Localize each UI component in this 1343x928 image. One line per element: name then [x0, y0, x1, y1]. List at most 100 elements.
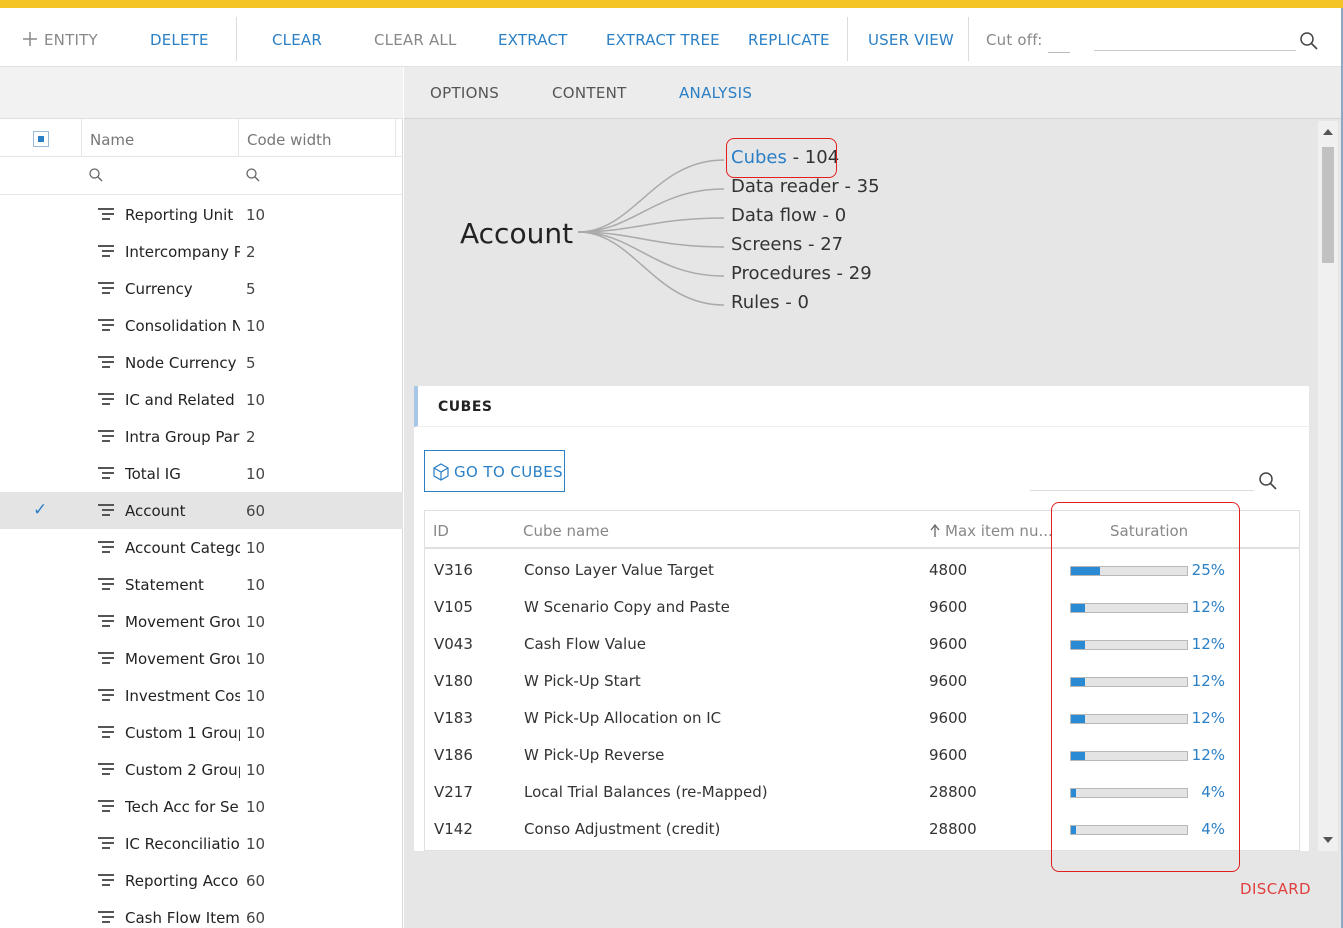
toolbar-divider	[968, 17, 969, 61]
cutoff-input[interactable]	[1048, 52, 1070, 53]
hierarchy-list-icon	[98, 504, 114, 518]
hierarchy-list-icon	[98, 319, 114, 333]
add-entity-button[interactable]: ENTITY	[22, 31, 98, 49]
hierarchy-list-icon	[98, 578, 114, 592]
checkmark-icon[interactable]: ✓	[33, 501, 51, 519]
cube-name: Cash Flow Value	[524, 635, 646, 653]
branch-count: - 0	[779, 292, 809, 313]
row-code-width: 10	[246, 798, 266, 816]
hierarchy-list-icon	[98, 393, 114, 407]
search-icon[interactable]	[1259, 472, 1277, 490]
table-row[interactable]: Movement Grou 10	[0, 640, 403, 677]
tree-branch: Screens - 27	[731, 234, 843, 255]
cube-id: V142	[434, 820, 473, 838]
cube-id: V183	[434, 709, 473, 727]
table-row[interactable]: Intercompany P 2	[0, 233, 403, 270]
branch-count: - 27	[802, 234, 844, 255]
row-name: Intercompany P	[125, 243, 240, 261]
extract-tree-button[interactable]: EXTRACT TREE	[606, 31, 720, 49]
hierarchy-list-icon	[98, 689, 114, 703]
cube-id: V217	[434, 783, 473, 801]
table-row[interactable]: Node Currency 5	[0, 344, 403, 381]
table-row[interactable]: Cash Flow Item 60	[0, 899, 403, 928]
tree-branch: Data flow - 0	[731, 205, 846, 226]
toolbar-divider	[236, 17, 237, 61]
row-name: Intra Group Part	[125, 428, 240, 446]
branch-label: Data flow	[731, 205, 817, 226]
table-row[interactable]: Intra Group Part 2	[0, 418, 403, 455]
cube-max: 9600	[929, 746, 968, 764]
cube-max: 4800	[929, 561, 968, 579]
table-row[interactable]: Total IG 10	[0, 455, 403, 492]
row-code-width: 10	[246, 317, 266, 335]
row-name: Reporting Acco	[125, 872, 239, 890]
discard-button[interactable]: DISCARD	[1240, 880, 1311, 898]
hierarchy-list-icon	[98, 800, 114, 814]
cube-max: 9600	[929, 635, 968, 653]
row-name: Node Currency	[125, 354, 237, 372]
filter-search-icon[interactable]	[89, 168, 103, 182]
column-header-code-width[interactable]: Code width	[247, 131, 332, 149]
go-to-cubes-button[interactable]: GO TO CUBES	[424, 450, 565, 492]
table-row[interactable]: ✓ Account 60	[0, 492, 403, 529]
scrollbar-thumb[interactable]	[1322, 147, 1334, 263]
table-row[interactable]: IC Reconciliation 10	[0, 825, 403, 862]
row-code-width: 5	[246, 354, 256, 372]
search-input[interactable]	[1094, 50, 1296, 51]
row-name: Custom 1 Group	[125, 724, 240, 742]
table-row[interactable]: Consolidation N 10	[0, 307, 403, 344]
tree-branch: Procedures - 29	[731, 263, 872, 284]
hierarchy-list-icon	[98, 356, 114, 370]
branch-label: Procedures	[731, 263, 831, 284]
clear-all-button[interactable]: CLEAR ALL	[374, 31, 457, 49]
column-header-cube-name[interactable]: Cube name	[523, 522, 609, 540]
tab-content[interactable]: CONTENT	[552, 84, 627, 102]
scroll-up-arrow-icon[interactable]	[1323, 129, 1333, 135]
hierarchy-list-icon	[98, 837, 114, 851]
tree-branch: Rules - 0	[731, 292, 809, 313]
tab-options[interactable]: OPTIONS	[430, 84, 499, 102]
cubes-title-bar: CUBES	[414, 386, 1309, 427]
branch-count: - 0	[816, 205, 847, 226]
hierarchy-list-icon	[98, 615, 114, 629]
tab-analysis[interactable]: ANALYSIS	[679, 84, 752, 102]
table-row[interactable]: Custom 2 Group 10	[0, 751, 403, 788]
table-row[interactable]: Account Catego 10	[0, 529, 403, 566]
table-row[interactable]: Statement 10	[0, 566, 403, 603]
table-row[interactable]: Movement Grou 10	[0, 603, 403, 640]
max-items-label: Max item nu...	[945, 522, 1053, 540]
select-all-checkbox[interactable]	[33, 131, 49, 147]
hierarchy-list-icon	[98, 430, 114, 444]
column-header-id[interactable]: ID	[433, 522, 449, 540]
clear-button[interactable]: CLEAR	[272, 31, 322, 49]
vertical-scrollbar[interactable]	[1318, 121, 1338, 851]
delete-button[interactable]: DELETE	[150, 31, 209, 49]
table-row[interactable]: IC and Related F 10	[0, 381, 403, 418]
row-name: Cash Flow Item	[125, 909, 240, 927]
column-header-name[interactable]: Name	[90, 131, 134, 149]
user-view-button[interactable]: USER VIEW	[868, 31, 954, 49]
tree-branch: Data reader - 35	[731, 176, 880, 197]
column-divider	[395, 119, 396, 157]
column-header-max-items[interactable]: Max item nu...	[930, 522, 1053, 540]
row-code-width: 10	[246, 465, 266, 483]
row-name: Reporting Unit	[125, 206, 234, 224]
filter-search-icon[interactable]	[246, 168, 260, 182]
table-row[interactable]: Investment Cost 10	[0, 677, 403, 714]
add-entity-label: ENTITY	[44, 31, 98, 49]
table-row[interactable]: Custom 1 Group 10	[0, 714, 403, 751]
row-name: Currency	[125, 280, 193, 298]
table-row[interactable]: Reporting Acco 60	[0, 862, 403, 899]
hierarchy-list-icon	[98, 245, 114, 259]
table-row[interactable]: Currency 5	[0, 270, 403, 307]
scroll-down-arrow-icon[interactable]	[1323, 837, 1333, 843]
hierarchy-list-icon	[98, 726, 114, 740]
table-row[interactable]: Tech Acc for Sel 10	[0, 788, 403, 825]
search-icon[interactable]	[1300, 32, 1318, 50]
row-name: Account	[125, 502, 186, 520]
row-name: Statement	[125, 576, 204, 594]
table-row[interactable]: Reporting Unit 10	[0, 196, 403, 233]
cube-search-input[interactable]	[1030, 490, 1254, 491]
replicate-button[interactable]: REPLICATE	[748, 31, 830, 49]
extract-button[interactable]: EXTRACT	[498, 31, 568, 49]
